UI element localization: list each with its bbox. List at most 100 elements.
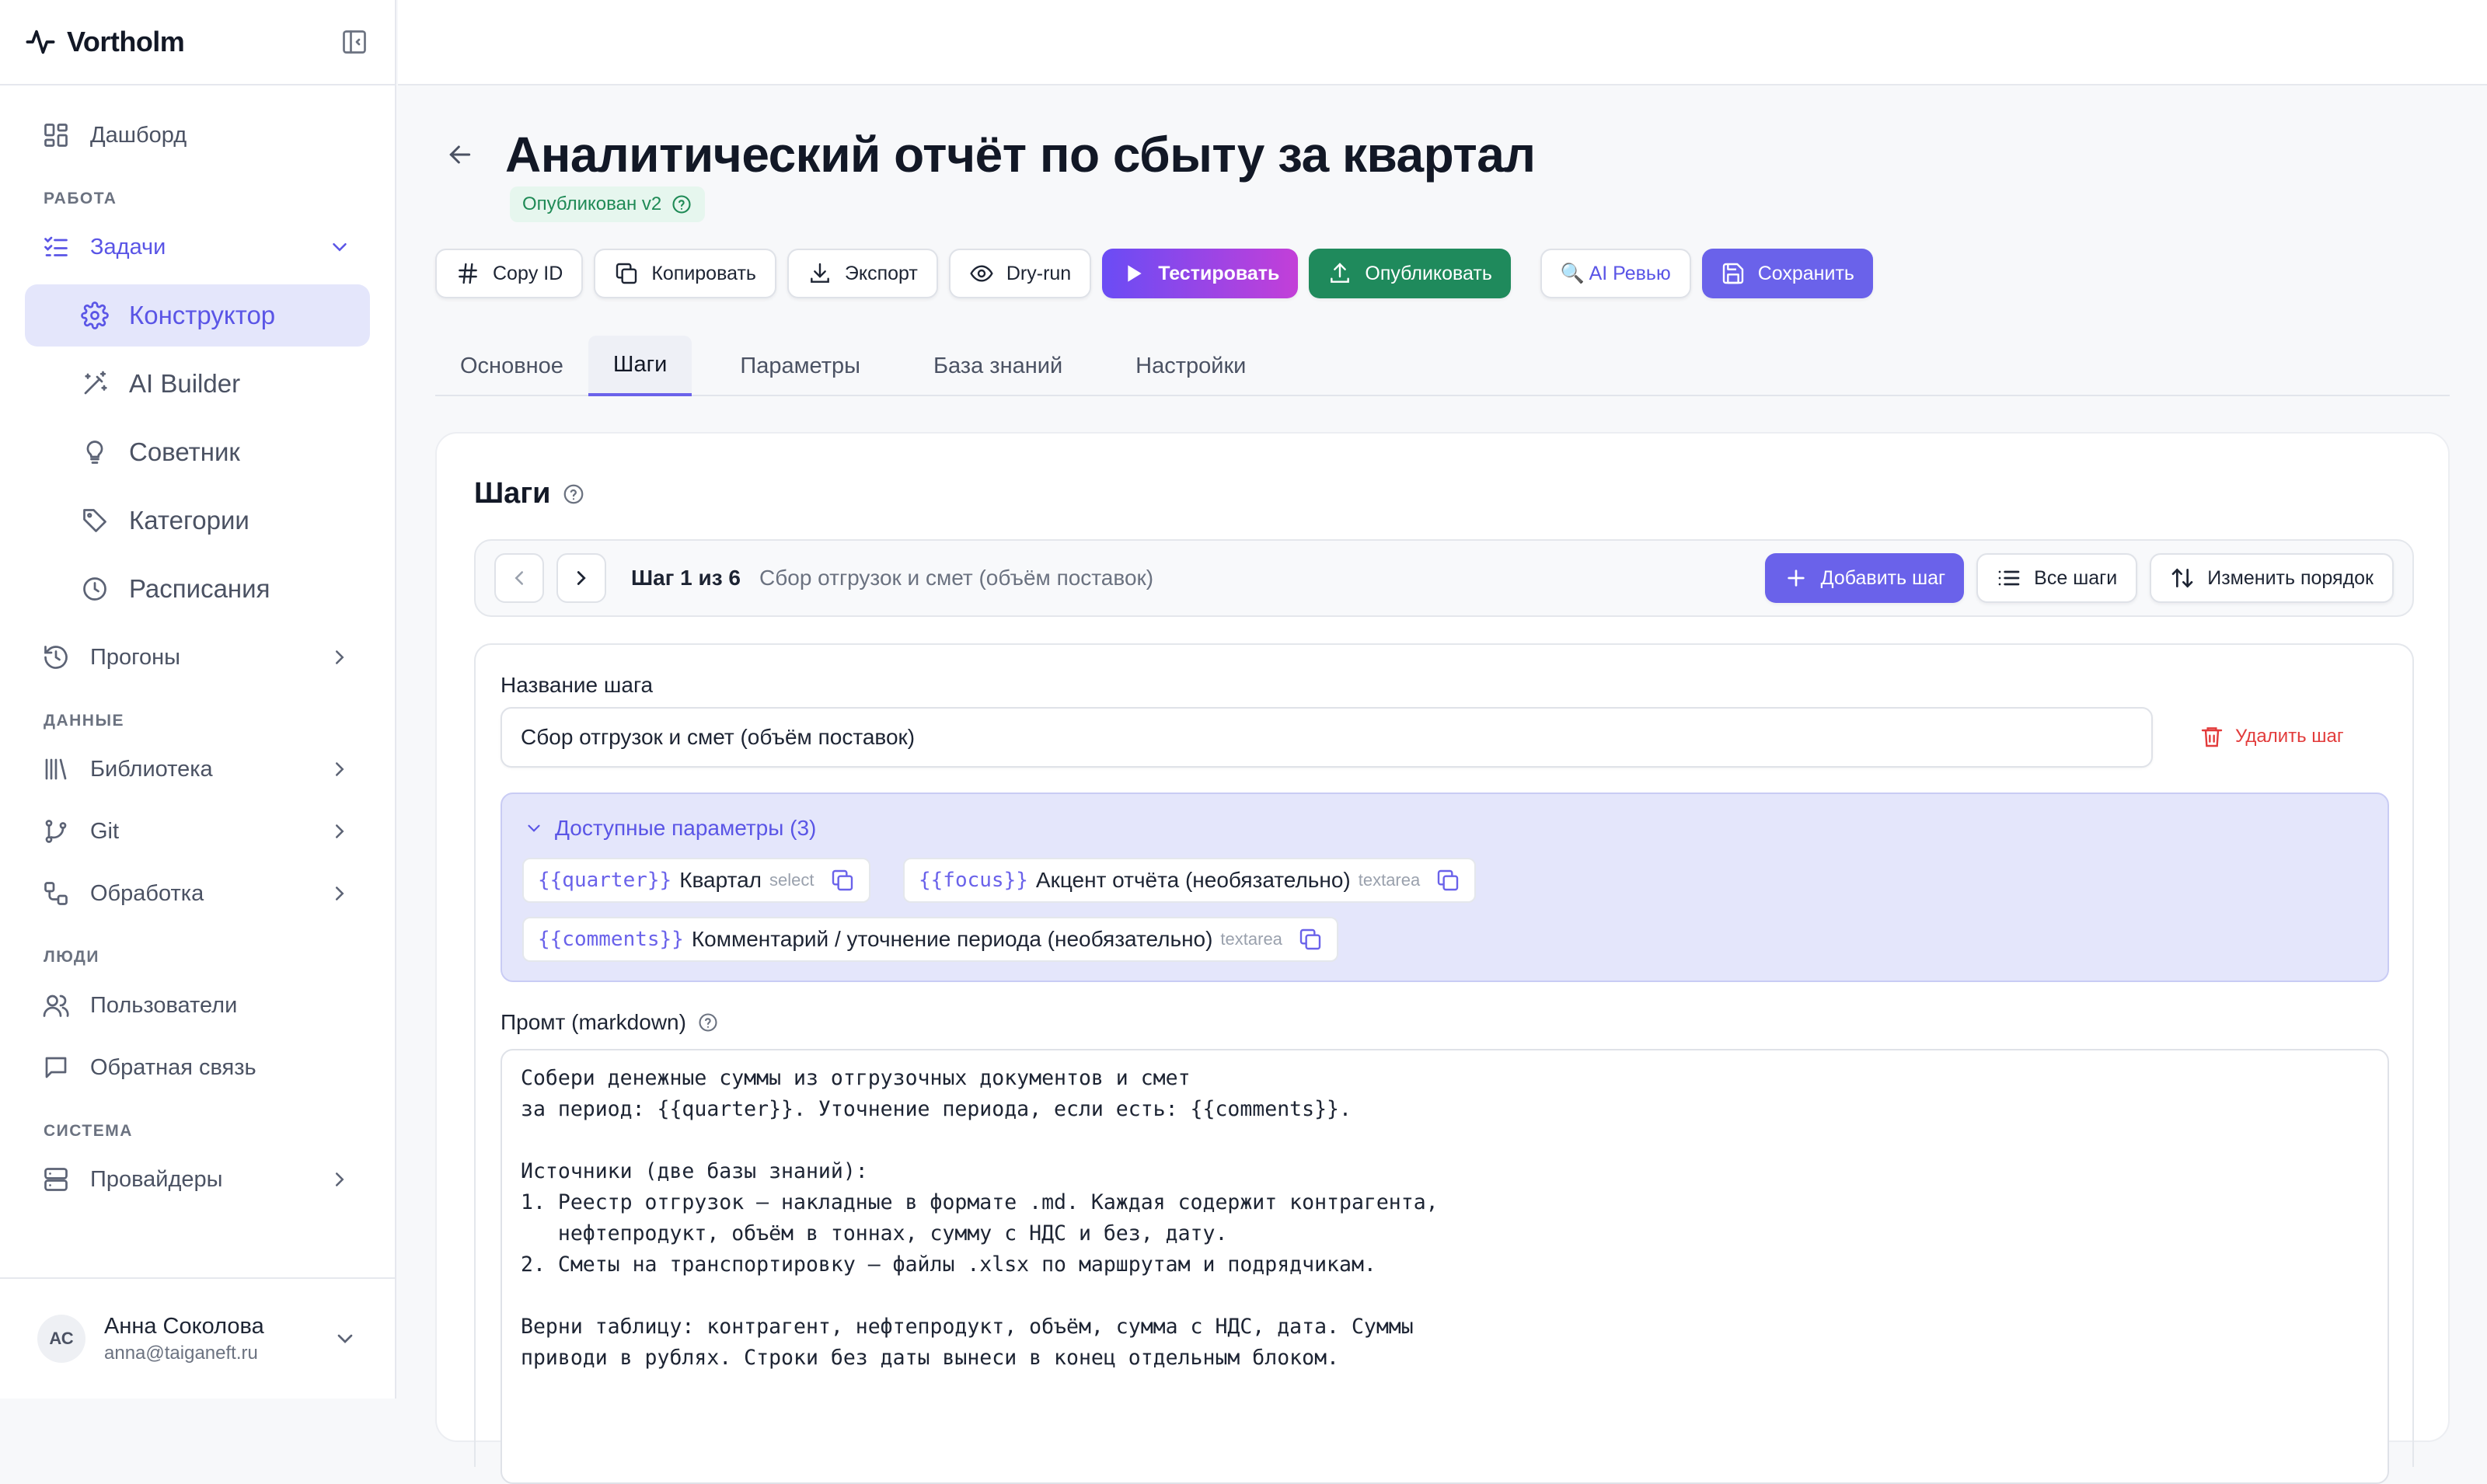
- tab-parameters[interactable]: Параметры: [715, 336, 885, 396]
- steps-title: Шаги: [474, 477, 585, 510]
- sidebar-item-label: Прогоны: [90, 645, 180, 671]
- chevron-right-icon: [328, 882, 351, 905]
- chevron-down-icon: [333, 1326, 358, 1351]
- sidebar-item-users[interactable]: Пользователи: [25, 974, 370, 1036]
- magic-wand-icon: [81, 370, 109, 398]
- button-label: Опубликовать: [1365, 263, 1491, 285]
- prev-step-button[interactable]: [494, 553, 544, 603]
- param-code: {{focus}}: [919, 869, 1028, 892]
- sidebar-item-label: Библиотека: [90, 757, 213, 782]
- button-label: Сохранить: [1758, 263, 1854, 285]
- collapse-sidebar-button[interactable]: [339, 26, 370, 57]
- delete-step-button[interactable]: Удалить шаг: [2182, 710, 2361, 763]
- help-circle-icon[interactable]: [671, 193, 692, 215]
- copy-icon[interactable]: [1298, 927, 1323, 952]
- button-label: 🔍 AI Ревью: [1561, 263, 1671, 285]
- step-actions: Добавить шаг Все шаги Изменить порядок: [1765, 553, 2394, 603]
- sidebar-item-processing[interactable]: Обработка: [25, 862, 370, 925]
- user-menu[interactable]: АС Анна Соколова anna@taiganeft.ru: [0, 1277, 395, 1399]
- back-button[interactable]: [445, 139, 476, 170]
- chevron-right-icon: [328, 1168, 351, 1191]
- logo[interactable]: Vortholm: [25, 26, 184, 58]
- sidebar-item-label: Расписания: [129, 574, 270, 604]
- section-data: ДАННЫЕ: [25, 688, 370, 738]
- sidebar-item-feedback[interactable]: Обратная связь: [25, 1036, 370, 1099]
- message-square-icon: [42, 1054, 70, 1082]
- help-circle-icon[interactable]: [562, 482, 585, 506]
- copy-icon[interactable]: [1435, 868, 1460, 893]
- save-button[interactable]: Сохранить: [1702, 249, 1873, 298]
- tab-basic[interactable]: Основное: [435, 336, 588, 396]
- tabs: Основное Шаги Параметры База знаний Наст…: [435, 336, 2450, 396]
- param-chip[interactable]: {{focus}} Акцент отчёта (необязательно) …: [903, 858, 1476, 903]
- copy-icon: [614, 261, 639, 286]
- dry-run-button[interactable]: Dry-run: [949, 249, 1091, 298]
- sidebar-item-categories[interactable]: Категории: [25, 489, 370, 552]
- copy-button[interactable]: Копировать: [594, 249, 776, 298]
- tab-knowledge-base[interactable]: База знаний: [909, 336, 1087, 396]
- sidebar-item-label: Обработка: [90, 881, 204, 907]
- button-label: Изменить порядок: [2207, 567, 2374, 590]
- reorder-button[interactable]: Изменить порядок: [2150, 553, 2394, 603]
- avatar: АС: [37, 1315, 85, 1363]
- history-icon: [42, 643, 70, 671]
- param-chip[interactable]: {{quarter}} Квартал select: [522, 858, 870, 903]
- server-icon: [42, 1165, 70, 1193]
- publish-button[interactable]: Опубликовать: [1309, 249, 1510, 298]
- step-name-label: Название шага: [501, 673, 653, 698]
- sidebar-item-label: Советник: [129, 437, 240, 467]
- gear-icon: [81, 301, 109, 329]
- all-steps-button[interactable]: Все шаги: [1976, 553, 2137, 603]
- sidebar-item-providers[interactable]: Провайдеры: [25, 1148, 370, 1211]
- add-step-button[interactable]: Добавить шаг: [1765, 553, 1965, 603]
- export-button[interactable]: Экспорт: [787, 249, 938, 298]
- sidebar-item-schedules[interactable]: Расписания: [25, 558, 370, 620]
- test-button[interactable]: Тестировать: [1102, 249, 1298, 298]
- param-chip[interactable]: {{comments}} Комментарий / уточнение пер…: [522, 917, 1338, 962]
- sidebar-item-dashboard[interactable]: Дашборд: [25, 104, 370, 166]
- sidebar-item-constructor[interactable]: Конструктор: [25, 284, 370, 347]
- sidebar-header: Vortholm: [0, 0, 395, 85]
- library-icon: [42, 755, 70, 783]
- button-label: Copy ID: [493, 263, 563, 285]
- steps-title-text: Шаги: [474, 477, 551, 510]
- button-label: Удалить шаг: [2235, 726, 2344, 747]
- tab-settings[interactable]: Настройки: [1111, 336, 1271, 396]
- prompt-textarea[interactable]: Собери денежные суммы из отгрузочных док…: [501, 1049, 2389, 1484]
- sidebar-item-runs[interactable]: Прогоны: [25, 626, 370, 688]
- save-icon: [1721, 261, 1746, 286]
- toolbar: Copy ID Копировать Экспорт Dry-run Тести…: [435, 249, 1873, 298]
- param-desc: Акцент отчёта (необязательно): [1036, 868, 1351, 893]
- workflow-icon: [42, 880, 70, 907]
- copy-id-button[interactable]: Copy ID: [435, 249, 583, 298]
- tab-steps[interactable]: Шаги: [588, 336, 692, 396]
- sidebar-item-tasks[interactable]: Задачи: [25, 216, 370, 278]
- section-people: ЛЮДИ: [25, 925, 370, 974]
- step-navigator: Шаг 1 из 6 Сбор отгрузок и смет (объём п…: [474, 539, 2414, 617]
- params-toggle[interactable]: Доступные параметры (3): [524, 816, 816, 841]
- button-label: Тестировать: [1158, 263, 1279, 285]
- prompt-label: Промт (markdown): [501, 1010, 719, 1035]
- dashboard-icon: [42, 121, 70, 149]
- sidebar-item-git[interactable]: Git: [25, 800, 370, 862]
- param-type: textarea: [1220, 929, 1282, 949]
- download-icon: [807, 261, 832, 286]
- current-step-name: Сбор отгрузок и смет (объём поставок): [759, 566, 1153, 590]
- list-icon: [1997, 566, 2021, 590]
- help-circle-icon[interactable]: [697, 1012, 719, 1033]
- sidebar-item-ai-builder[interactable]: AI Builder: [25, 353, 370, 415]
- list-checks-icon: [42, 233, 70, 261]
- user-email: anna@taiganeft.ru: [104, 1343, 264, 1364]
- sidebar-item-advisor[interactable]: Советник: [25, 421, 370, 483]
- status-text: Опубликован v2: [522, 193, 661, 215]
- steps-card: Шаги Шаг 1 из 6 Сбор отгрузок и смет (об…: [435, 432, 2450, 1442]
- available-params-panel: Доступные параметры (3) {{quarter}} Квар…: [501, 793, 2389, 982]
- sidebar-item-library[interactable]: Библиотека: [25, 738, 370, 800]
- git-branch-icon: [42, 817, 70, 845]
- ai-review-button[interactable]: 🔍 AI Ревью: [1540, 249, 1691, 298]
- copy-icon[interactable]: [830, 868, 855, 893]
- step-name-input[interactable]: [501, 707, 2153, 768]
- next-step-button[interactable]: [556, 553, 606, 603]
- sidebar-item-label: Пользователи: [90, 993, 237, 1019]
- sidebar-item-label: Провайдеры: [90, 1167, 223, 1193]
